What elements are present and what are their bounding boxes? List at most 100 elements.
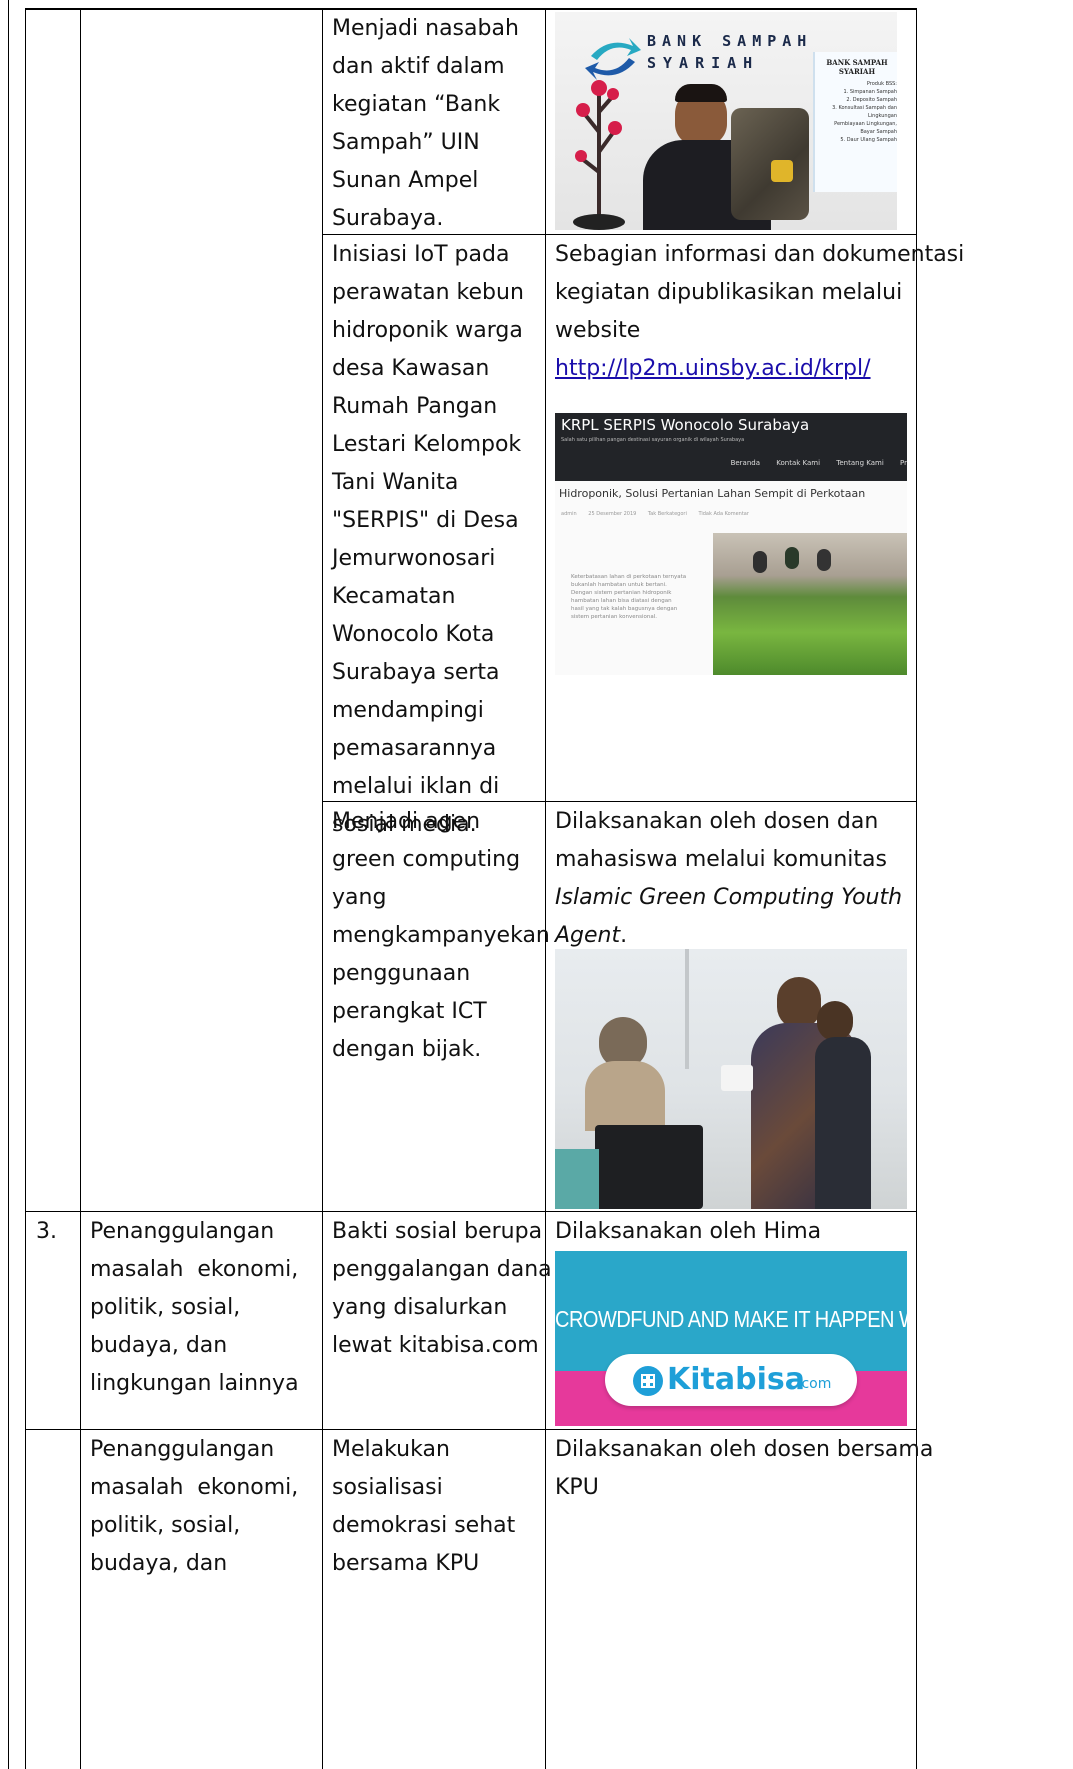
text-line: mahasiswa melalui komunitas [555, 847, 887, 872]
poster-line: 3. Konsultasi Sampah dan Lingkungan [832, 105, 897, 119]
col-border-2 [80, 10, 81, 1769]
text-line: politik, sosial, [90, 1295, 241, 1320]
meta-item: Tidak Ada Komentar [698, 511, 749, 517]
text-line: Surabaya serta [332, 660, 500, 685]
description-cell-iot: Sebagian informasi dan dokumentasi kegia… [555, 236, 964, 388]
text-line: desa Kawasan [332, 356, 490, 381]
text-line: Jemurwonosari [332, 546, 496, 571]
text-line: penggalangan dana [332, 1257, 552, 1282]
site-nav: Beranda Kontak Kami Tentang Kami Pr [731, 459, 907, 467]
text-line: KPU [555, 1475, 599, 1500]
row-border-3 [25, 1211, 917, 1212]
excerpt-line: hambatan lahan bisa diatasi dengan [571, 598, 672, 604]
poster-subtitle: SYARIAH [838, 67, 876, 76]
text-line: Wonocolo Kota [332, 622, 495, 647]
text-line: Dilaksanakan oleh Hima [555, 1219, 822, 1244]
kitabisa-logo-pill: Kitabisa .com [605, 1354, 857, 1406]
row-number: 3. [36, 1219, 57, 1244]
activity-cell-kpu: Melakukan sosialisasi demokrasi sehat be… [332, 1431, 515, 1583]
site-tagline: Salah satu pilihan pangan destinasi sayu… [561, 437, 745, 443]
kitabisa-banner: CROWDFUND AND MAKE IT HAPPEN WITH Kitabi… [555, 1251, 907, 1426]
col-border-3 [322, 10, 323, 1769]
window-frame [685, 949, 689, 1069]
text-line: Tani Wanita [332, 470, 459, 495]
text-line: Kecamatan [332, 584, 456, 609]
nav-item: Tentang Kami [836, 459, 884, 467]
green-computing-photo [555, 949, 907, 1209]
row-border-4 [25, 1429, 917, 1430]
text-line: yang [332, 885, 387, 910]
krpl-website-link[interactable]: http://lp2m.uinsby.ac.id/krpl/ [555, 356, 871, 381]
text-line: Rumah Pangan [332, 394, 498, 419]
logo-suffix: .com [797, 1376, 832, 1392]
nav-item: Beranda [730, 459, 761, 467]
text-line: mengkampanyekan [332, 923, 550, 948]
text-line: Penanggulangan [90, 1219, 275, 1244]
text-line: website [555, 318, 641, 343]
sign-line-1: BANK SAMPAH [647, 32, 813, 50]
nav-item: Pr [900, 459, 907, 467]
text-line: Sunan Ampel [332, 168, 479, 193]
text-line: budaya, dan [90, 1551, 228, 1576]
text-line: lingkungan lainnya [90, 1371, 299, 1396]
text-line: kegiatan dipublikasikan melalui [555, 280, 903, 305]
community-name-line: Islamic Green Computing Youth [555, 885, 903, 910]
meta-item: Tak Berkategori [647, 511, 687, 517]
text-line: dan aktif dalam [332, 54, 505, 79]
text-line: perawatan kebun [332, 280, 524, 305]
text-line: kegiatan “Bank [332, 92, 501, 117]
text-line: hidroponik warga [332, 318, 523, 343]
excerpt-line: Dengan sistem pertanian hidroponik [571, 590, 672, 596]
sign-line-2: SYARIAH [647, 54, 760, 72]
logo-main: Kitabisa [667, 1362, 805, 1397]
text-line: Sebagian informasi dan dokumentasi [555, 242, 965, 267]
text-line: mendampingi [332, 698, 484, 723]
text-line: . [620, 923, 628, 948]
text-line: sosialisasi [332, 1475, 443, 1500]
description-cell-kpu: Dilaksanakan oleh dosen bersama KPU [555, 1431, 933, 1507]
kitabisa-logo-icon [633, 1366, 663, 1396]
poster: BANK SAMPAH SYARIAH Produk BSS: 1. Simpa… [813, 52, 897, 192]
text-line: Sampah” UIN [332, 130, 480, 155]
text-line: budaya, dan [90, 1333, 228, 1358]
nav-item: Kontak Kami [776, 459, 821, 467]
text-line: melalui iklan di [332, 774, 500, 799]
product-bag [731, 108, 809, 220]
post-meta: admin 25 Desember 2019 Tak Berkategori T… [561, 511, 749, 517]
second-man-figure [817, 1001, 853, 1041]
text-line: Menjadi agen [332, 809, 481, 834]
text-line: Melakukan [332, 1437, 450, 1462]
text-line: Lestari Kelompok [332, 432, 522, 457]
text-line: "SERPIS" di Desa [332, 508, 519, 533]
excerpt-line: bukanlah hambatan untuk bertani. [571, 582, 667, 588]
banner-headline: CROWDFUND AND MAKE IT HAPPEN WITH [555, 1307, 907, 1333]
text-line: Dilaksanakan oleh dosen bersama [555, 1437, 934, 1462]
text-line: Menjadi nasabah [332, 16, 519, 41]
flower-ornament [573, 80, 625, 230]
site-header: KRPL SERPIS Wonocolo Surabaya Salah satu… [555, 413, 907, 481]
meta-item: admin [561, 511, 577, 517]
text-line: demokrasi sehat [332, 1513, 516, 1538]
activity-cell-kitabisa: Bakti sosial berupa penggalangan dana ya… [332, 1213, 552, 1365]
text-line: Surabaya. [332, 206, 444, 231]
text-line: bersama KPU [332, 1551, 480, 1576]
activity-cell-bank-sampah: Menjadi nasabah dan aktif dalam kegiatan… [332, 10, 519, 238]
description-cell-green-computing: Dilaksanakan oleh dosen dan mahasiswa me… [555, 803, 902, 955]
post-excerpt: Keterbatasan lahan di perkotaan ternyata… [571, 573, 686, 621]
poster-line: Produk BSS: [866, 81, 897, 87]
poster-line: 1. Simpanan Sampah [843, 89, 897, 95]
description-cell-kitabisa: Dilaksanakan oleh Hima [555, 1213, 821, 1251]
text-line: dengan bijak. [332, 1037, 482, 1062]
text-line: pemasarannya [332, 736, 497, 761]
krpl-website-screenshot: KRPL SERPIS Wonocolo Surabaya Salah satu… [555, 413, 907, 675]
site-title: KRPL SERPIS Wonocolo Surabaya [561, 416, 810, 434]
bag-logo [771, 160, 793, 182]
man-figure [777, 977, 821, 1029]
meta-item: 25 Desember 2019 [588, 511, 637, 517]
excerpt-line: sistem pertanian konvensional. [571, 614, 658, 620]
post-title: Hidroponik, Solusi Pertanian Lahan Sempi… [559, 487, 866, 500]
text-line: masalah ekonomi, [90, 1475, 299, 1500]
text-line: masalah ekonomi, [90, 1257, 299, 1282]
text-line: yang disalurkan [332, 1295, 508, 1320]
text-line: penggunaan [332, 961, 471, 986]
